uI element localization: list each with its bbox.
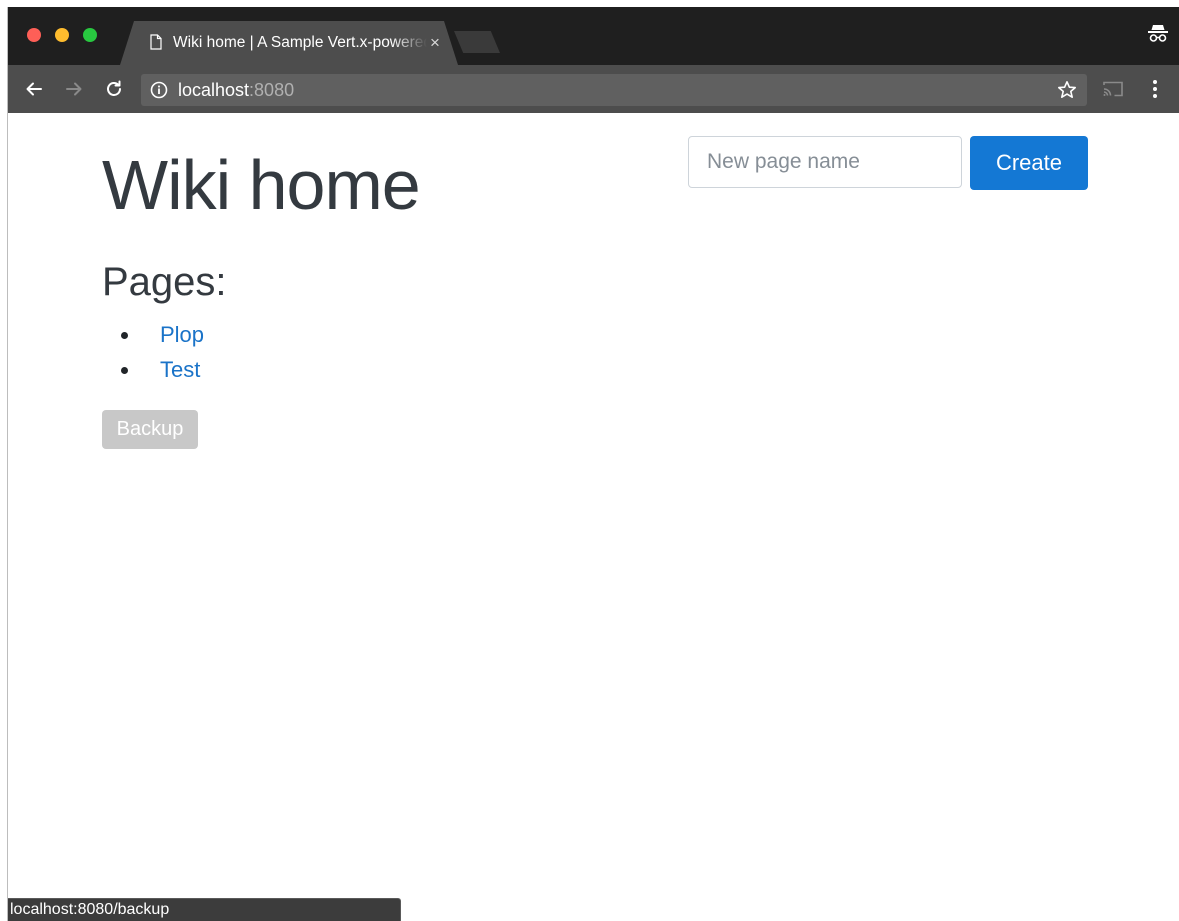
minimize-window-button[interactable] xyxy=(55,28,69,42)
incognito-icon xyxy=(1148,25,1168,42)
page-link-test[interactable]: Test xyxy=(160,355,200,385)
active-tab[interactable]: Wiki home | A Sample Vert.x-powered wiki… xyxy=(120,21,458,65)
page-title: Wiki home xyxy=(102,146,421,224)
address-bar-url: localhost:8080 xyxy=(178,74,294,106)
back-arrow-icon[interactable] xyxy=(24,79,44,99)
menu-icon[interactable] xyxy=(1145,78,1165,100)
url-port: :8080 xyxy=(249,80,295,100)
backup-button[interactable]: Backup xyxy=(102,410,198,449)
reload-icon[interactable] xyxy=(104,79,124,99)
tab-title: Wiki home | A Sample Vert.x-powered wiki xyxy=(173,34,427,51)
zoom-window-button[interactable] xyxy=(83,28,97,42)
bullet-icon xyxy=(121,332,128,339)
page-viewport: Wiki home Create Pages: Plop Test Backup xyxy=(8,113,1179,921)
forward-arrow-icon[interactable] xyxy=(64,79,84,99)
new-page-name-input[interactable] xyxy=(688,136,962,188)
document-icon xyxy=(150,34,162,50)
tab-close-icon[interactable]: × xyxy=(426,32,444,54)
create-button[interactable]: Create xyxy=(970,136,1088,190)
status-bubble-url: localhost:8080/backup xyxy=(8,898,401,921)
address-bar[interactable]: localhost:8080 xyxy=(141,74,1087,106)
pages-heading: Pages: xyxy=(102,260,227,304)
browser-window: Wiki home | A Sample Vert.x-powered wiki… xyxy=(7,7,1179,921)
tab-strip: Wiki home | A Sample Vert.x-powered wiki… xyxy=(8,7,1179,65)
bullet-icon xyxy=(121,367,128,374)
browser-toolbar: localhost:8080 xyxy=(8,65,1179,114)
cast-icon[interactable] xyxy=(1102,79,1124,99)
star-icon[interactable] xyxy=(1057,80,1077,100)
close-window-button[interactable] xyxy=(27,28,41,42)
url-host: localhost xyxy=(178,80,250,100)
new-tab-button[interactable] xyxy=(454,31,500,53)
page-link-plop[interactable]: Plop xyxy=(160,320,204,350)
info-icon[interactable] xyxy=(150,81,168,99)
